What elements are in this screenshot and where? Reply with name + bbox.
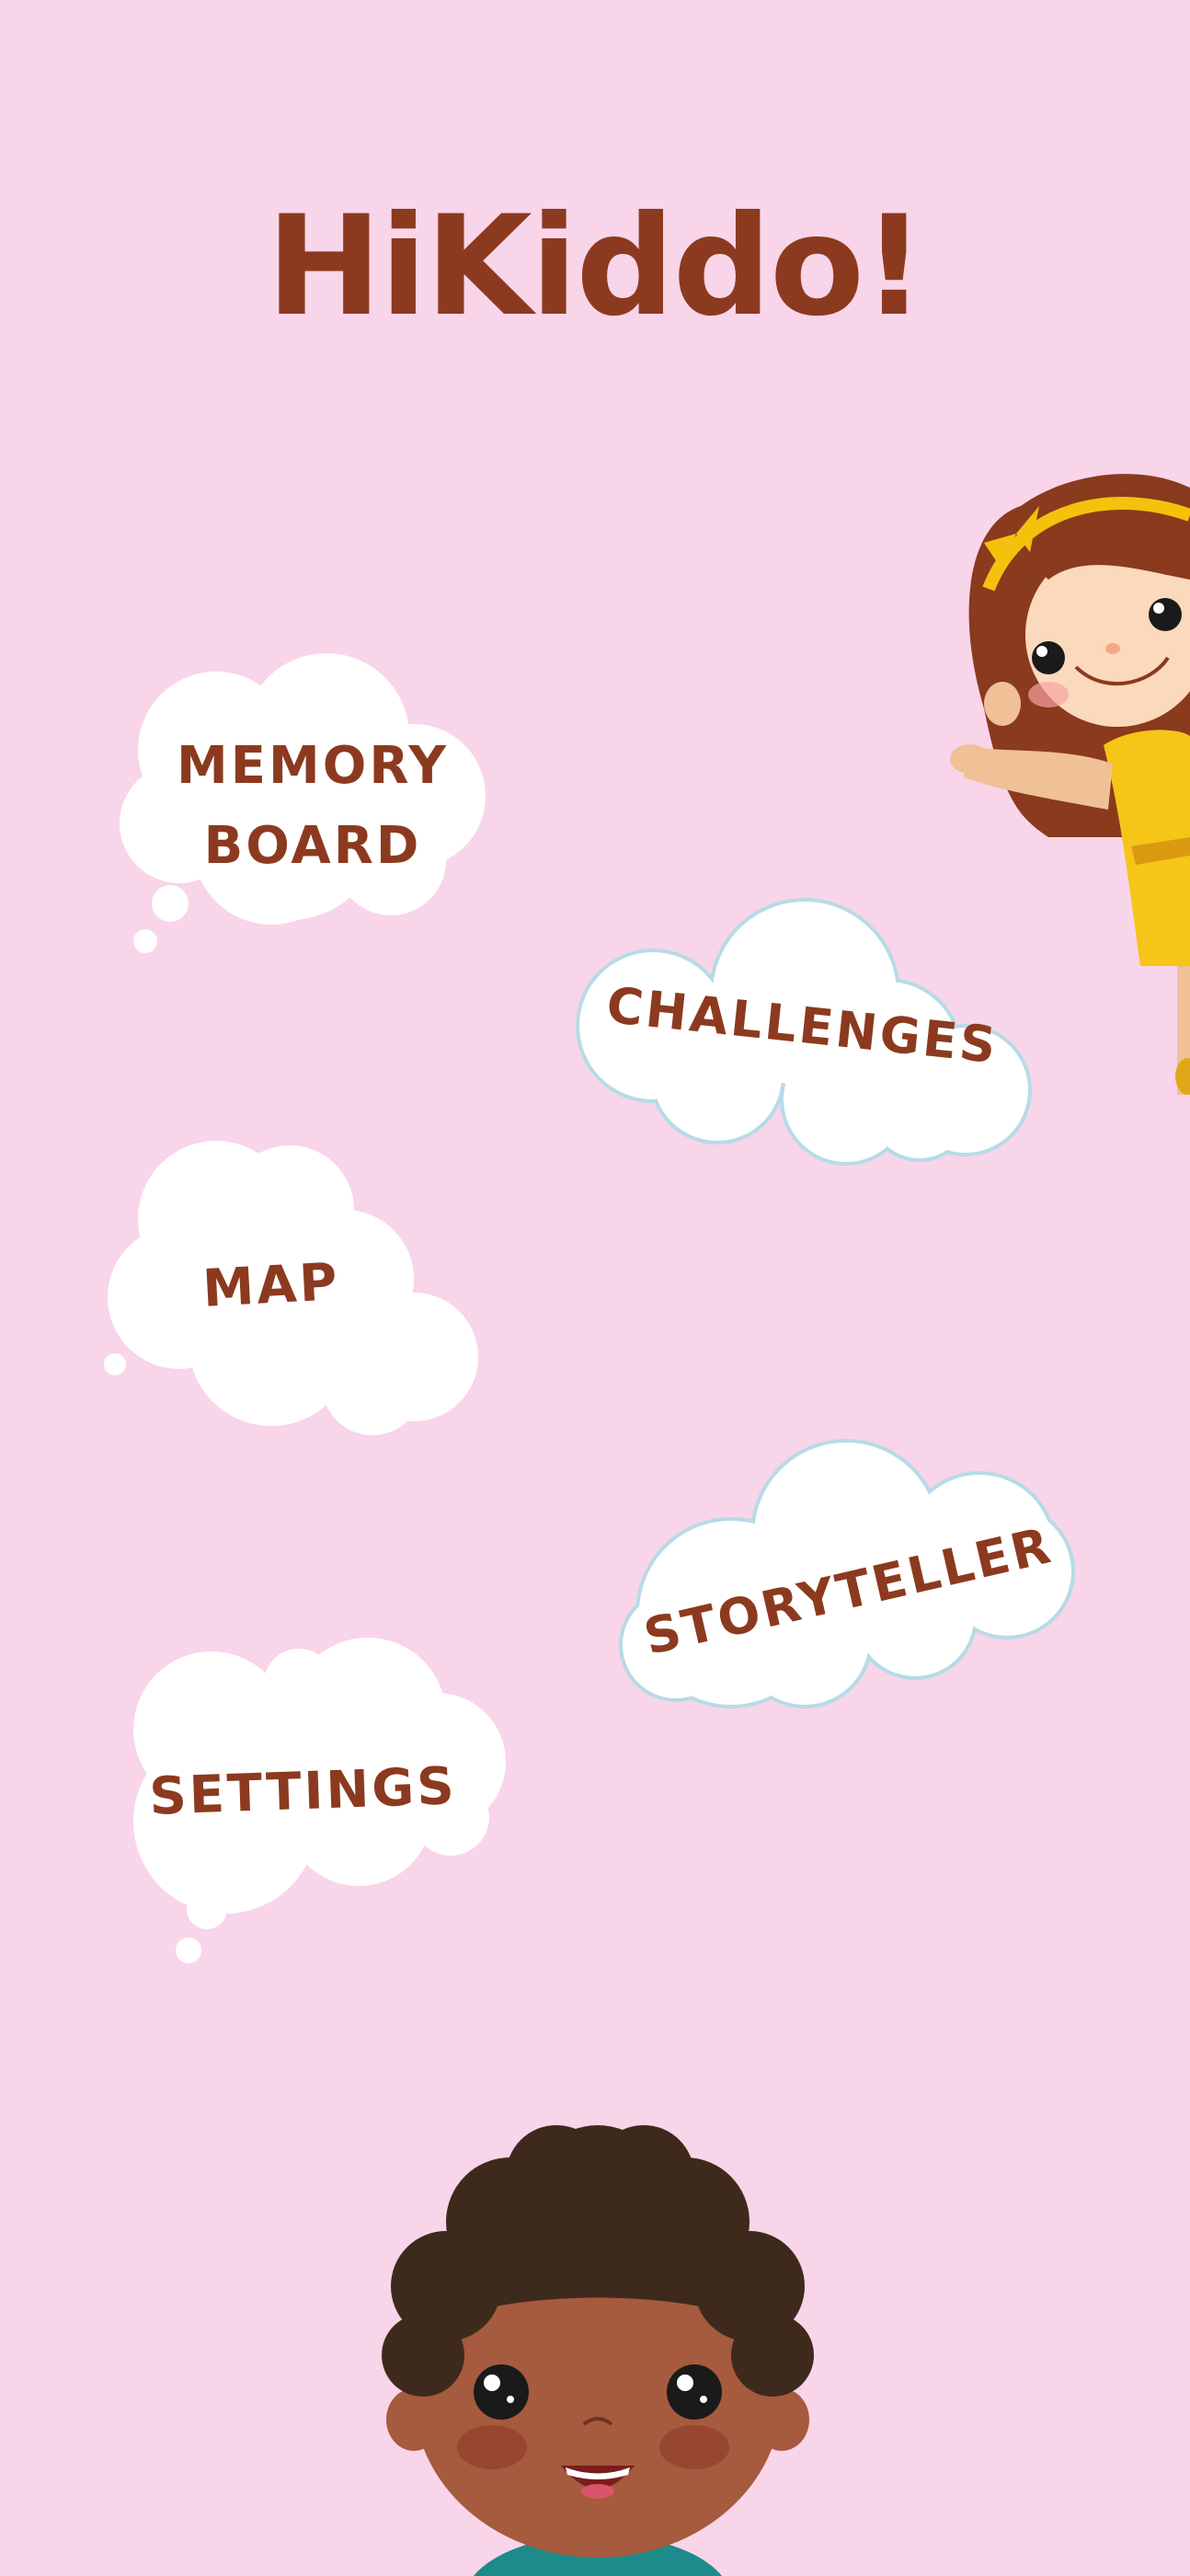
storyteller-button[interactable]: STORYTELLER [619,1433,1076,1709]
map-button[interactable]: MAP [97,1127,501,1444]
memory-board-label: MEMORY BOARD [177,736,449,876]
settings-button[interactable]: SETTINGS [129,1633,510,1964]
settings-label: SETTINGS [148,1756,458,1827]
memory-board-button[interactable]: MEMORY BOARD [115,653,510,957]
app-title: HiKiddo! [266,187,926,347]
boy-character-illustration [382,2125,814,2576]
girl-character-illustration [950,474,1190,1095]
